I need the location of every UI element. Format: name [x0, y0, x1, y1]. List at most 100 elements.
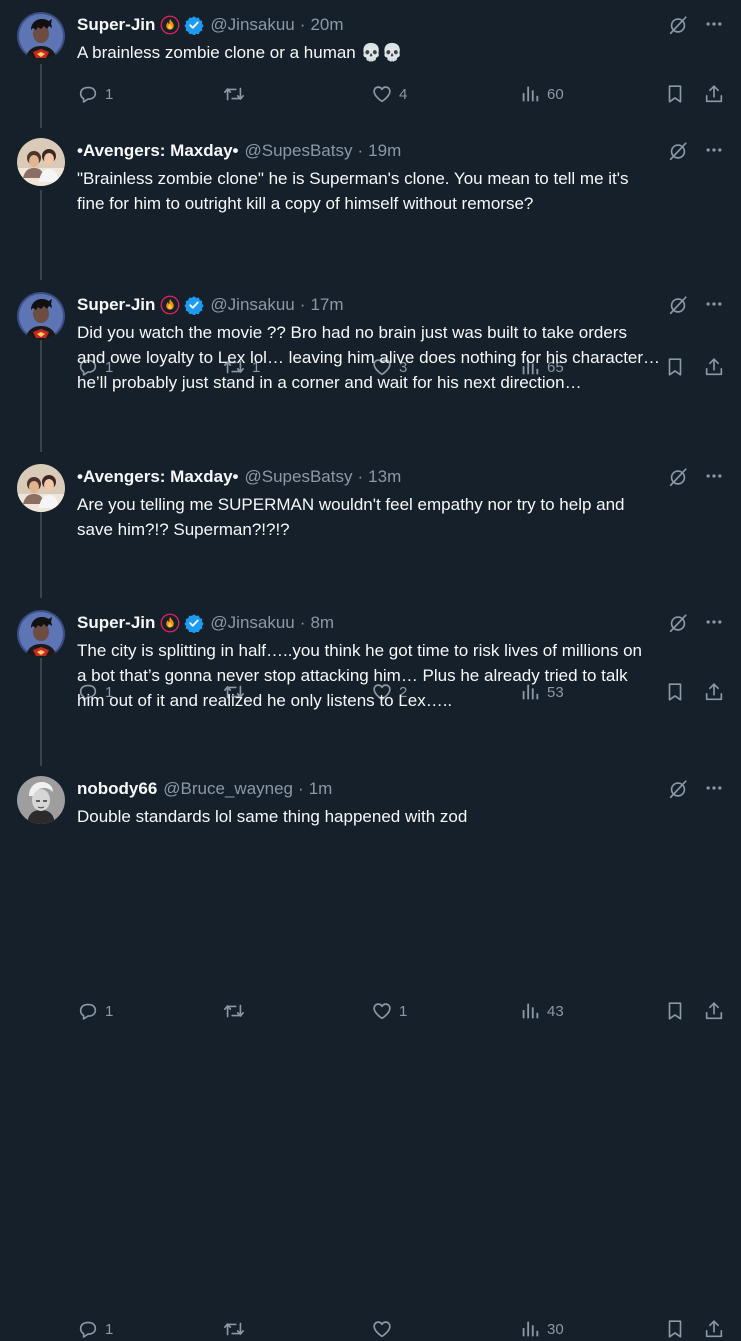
views-button[interactable]: 30: [519, 1317, 564, 1341]
display-name[interactable]: Super-Jin: [77, 613, 155, 633]
tweet[interactable]: Super-Jin @Jinsakuu · 8m The city is splitti…: [0, 598, 741, 1338]
timestamp[interactable]: 1m: [309, 779, 333, 799]
more-icon[interactable]: [704, 778, 724, 803]
retweet-button[interactable]: [222, 1317, 252, 1341]
views-icon: [519, 1000, 541, 1022]
like-button[interactable]: 1: [371, 999, 407, 1023]
grok-icon[interactable]: [667, 466, 689, 493]
tweet-actions: 1 4 60: [77, 82, 727, 106]
retweet-button[interactable]: [222, 999, 252, 1023]
tweet-actions: 1 30: [77, 1317, 727, 1341]
timestamp[interactable]: 8m: [310, 613, 334, 633]
grok-icon[interactable]: [667, 140, 689, 167]
user-handle[interactable]: @Jinsakuu: [210, 295, 294, 315]
tweet[interactable]: •Avengers: Maxday• @SupesBatsy · 13m Are you…: [0, 452, 741, 1020]
tweet-header: •Avengers: Maxday• @SupesBatsy · 13m: [77, 466, 401, 488]
timestamp[interactable]: 19m: [368, 141, 401, 161]
reply-button[interactable]: 1: [77, 999, 113, 1023]
more-icon[interactable]: [704, 612, 724, 637]
tweet-text: Double standards lol same thing happened…: [77, 804, 727, 829]
avatar[interactable]: [17, 138, 65, 186]
separator-dot: ·: [299, 613, 306, 632]
fire-emoji-icon: [160, 295, 180, 315]
tweet-text-line: a bot that’s gonna never stop attacking …: [77, 666, 628, 685]
tweet[interactable]: Super-Jin @Jinsakuu · 17m Did you watch the …: [0, 280, 741, 701]
tweet[interactable]: •Avengers: Maxday• @SupesBatsy · 19m "Brainl…: [0, 126, 741, 376]
avatar[interactable]: [17, 776, 65, 824]
grok-icon[interactable]: [667, 294, 689, 321]
timestamp[interactable]: 17m: [310, 295, 343, 315]
more-icon[interactable]: [704, 294, 724, 319]
share-button[interactable]: [703, 1317, 725, 1341]
retweet-icon: [222, 83, 246, 105]
more-icon[interactable]: [704, 466, 724, 491]
display-name[interactable]: nobody66: [77, 779, 157, 799]
views-icon: [519, 83, 541, 105]
share-button[interactable]: [703, 82, 725, 106]
tweet-actions: 1 1 43: [77, 999, 727, 1023]
tweet-text: Are you telling me SUPERMAN wouldn't fee…: [77, 492, 727, 542]
tweet-text: Did you watch the movie ?? Bro had no br…: [77, 320, 727, 395]
user-handle[interactable]: @SupesBatsy: [245, 467, 353, 487]
reply-icon: [77, 83, 99, 105]
tweet[interactable]: Super-Jin @Jinsakuu · 20m A brainless zombie…: [0, 0, 741, 126]
separator-dot: ·: [299, 15, 306, 34]
tweet-header: Super-Jin @Jinsakuu · 17m: [77, 294, 344, 316]
tweet-text-line: Did you watch the movie ?? Bro had no br…: [77, 323, 627, 342]
display-name[interactable]: •Avengers: Maxday•: [77, 141, 239, 161]
tweet[interactable]: nobody66 @Bruce_wayneg · 1m Double standards…: [0, 764, 741, 844]
separator-dot: ·: [298, 779, 304, 798]
user-handle[interactable]: @Jinsakuu: [210, 15, 294, 35]
bookmark-button[interactable]: [664, 1317, 686, 1341]
verified-badge-icon[interactable]: [184, 15, 205, 35]
avatar[interactable]: [17, 464, 65, 512]
more-icon[interactable]: [704, 14, 724, 39]
share-icon: [703, 83, 725, 105]
tweet-text-line: The city is splitting in half…..you thin…: [77, 641, 643, 660]
user-handle[interactable]: @Bruce_wayneg: [163, 779, 293, 799]
user-handle[interactable]: @SupesBatsy: [245, 141, 353, 161]
reply-icon: [77, 1318, 99, 1340]
separator-dot: ·: [357, 141, 364, 160]
verified-badge-icon[interactable]: [184, 613, 205, 633]
reply-icon: [77, 1000, 99, 1022]
more-icon[interactable]: [704, 140, 724, 165]
reply-count: 1: [105, 85, 114, 103]
verified-badge-icon[interactable]: [184, 295, 205, 315]
grok-icon[interactable]: [667, 14, 689, 41]
avatar[interactable]: [17, 292, 65, 340]
user-handle[interactable]: @Jinsakuu: [210, 613, 294, 633]
separator-dot: ·: [299, 295, 306, 314]
views-button[interactable]: 60: [519, 82, 564, 106]
avatar[interactable]: [17, 610, 65, 658]
timestamp[interactable]: 20m: [310, 15, 343, 35]
timestamp[interactable]: 13m: [368, 467, 401, 487]
share-button[interactable]: [703, 999, 725, 1023]
view-count: 30: [547, 1320, 564, 1338]
tweet-text: A brainless zombie clone or a human 💀💀: [77, 40, 727, 65]
separator-dot: ·: [357, 467, 364, 486]
bookmark-icon: [664, 1000, 686, 1022]
bookmark-button[interactable]: [664, 82, 686, 106]
bookmark-icon: [664, 1318, 686, 1340]
like-button[interactable]: [371, 1317, 399, 1341]
display-name[interactable]: Super-Jin: [77, 15, 155, 35]
display-name[interactable]: •Avengers: Maxday•: [77, 467, 239, 487]
tweet-text-line: A brainless zombie clone or a human 💀💀: [77, 43, 403, 62]
grok-icon[interactable]: [667, 778, 689, 805]
tweet-text-line: save him?!? Superman?!?!?: [77, 520, 290, 539]
display-name[interactable]: Super-Jin: [77, 295, 155, 315]
avatar[interactable]: [17, 12, 65, 60]
views-button[interactable]: 43: [519, 999, 564, 1023]
views-icon: [519, 1318, 541, 1340]
tweet-text-line: "Brainless zombie clone" he is Superman'…: [77, 169, 629, 188]
tweet-header: Super-Jin @Jinsakuu · 8m: [77, 612, 334, 634]
share-icon: [703, 1318, 725, 1340]
grok-icon[interactable]: [667, 612, 689, 639]
like-button[interactable]: 4: [371, 82, 407, 106]
retweet-button[interactable]: [222, 82, 252, 106]
bookmark-button[interactable]: [664, 999, 686, 1023]
reply-button[interactable]: 1: [77, 82, 113, 106]
like-icon: [371, 83, 393, 105]
reply-button[interactable]: 1: [77, 1317, 113, 1341]
